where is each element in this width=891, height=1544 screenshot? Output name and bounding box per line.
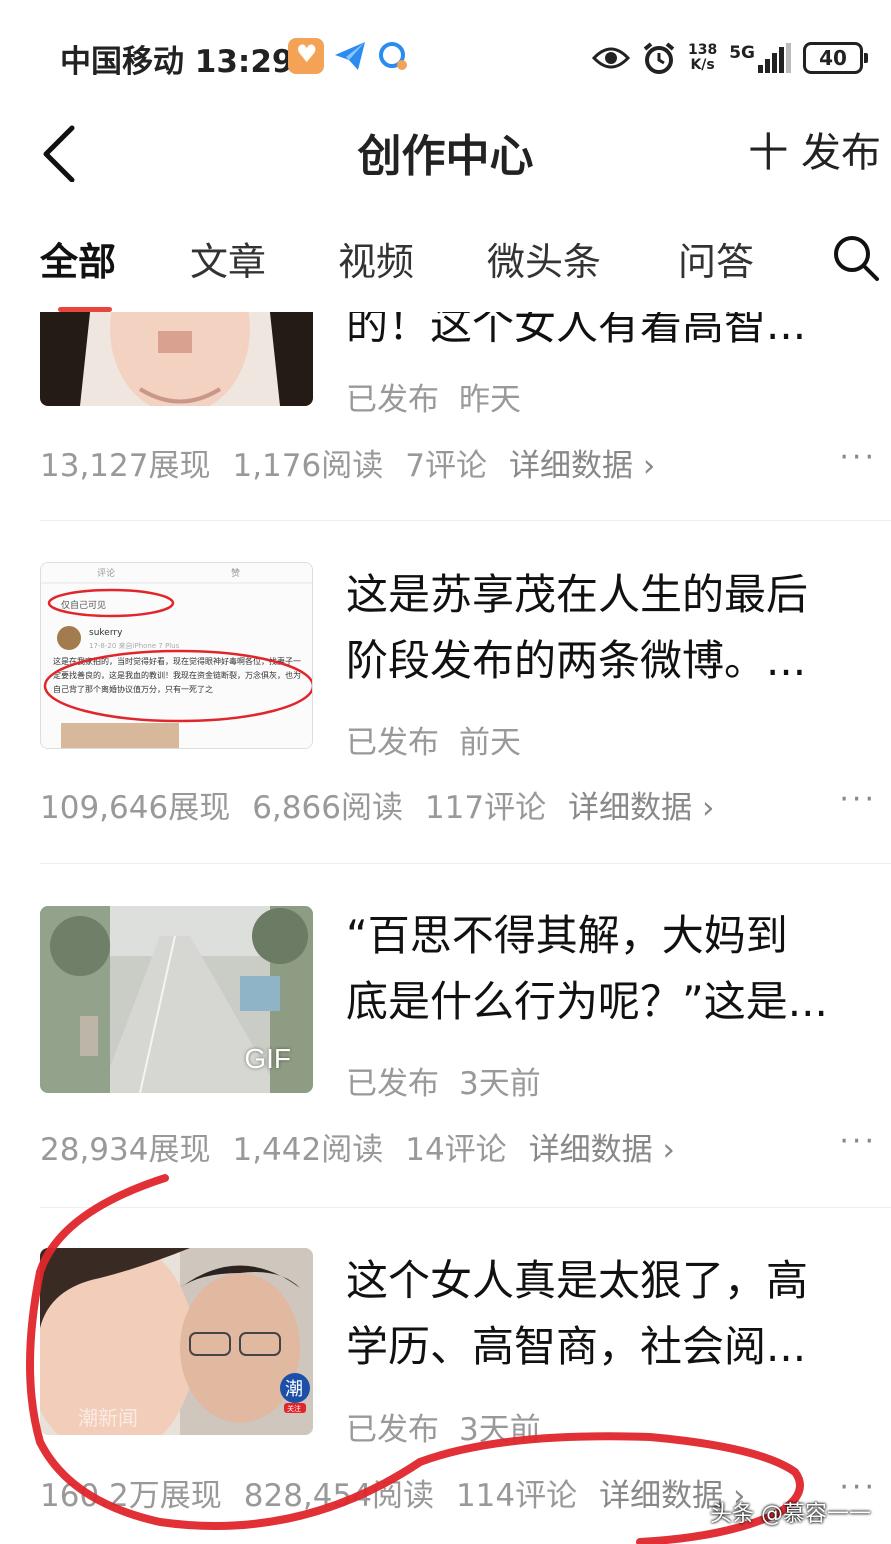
eye-icon xyxy=(591,47,630,69)
article-thumbnail: GIF xyxy=(40,906,313,1093)
article-thumbnail xyxy=(40,312,313,406)
detail-data-link[interactable]: 详细数据 › xyxy=(529,1132,675,1168)
nav-bar: 创作中心 十 发布 xyxy=(0,110,891,190)
svg-text:关注: 关注 xyxy=(287,1404,301,1413)
status-bar: 中国移动 13:29 138 K/s 5G 40 xyxy=(0,0,891,110)
article-status: 已发布 3天前 xyxy=(346,1412,541,1448)
reads: 1,442阅读 xyxy=(232,1132,384,1168)
gif-badge: GIF xyxy=(244,1043,291,1074)
comments: 7评论 xyxy=(405,448,487,484)
article-status: 已发布 3天前 xyxy=(346,1066,541,1102)
article-title: 这个女人真是太狠了，高 学历、高智商，社会阅... xyxy=(346,1256,809,1371)
chevron-left-icon xyxy=(43,125,75,183)
category-tabs: 全部 文章 视频 微头条 问答 xyxy=(0,215,891,312)
article-thumbnail: 潮新闻 潮 关注 xyxy=(40,1248,313,1435)
comments: 14评论 xyxy=(405,1132,507,1168)
article-stats: 13,127展现 1,176阅读 7评论 详细数据 › xyxy=(40,440,677,485)
search-button[interactable] xyxy=(831,233,881,283)
carrier-time: 中国移动 13:29 xyxy=(60,44,294,80)
article-stats: 28,934展现 1,442阅读 14评论 详细数据 › xyxy=(40,1124,697,1169)
watermark: 头条 @慕容一一 xyxy=(710,1502,871,1527)
network-speed: 138 K/s xyxy=(687,42,718,73)
article-title: 这是苏享茂在人生的最后 阶段发布的两条微博。... xyxy=(346,570,809,685)
article-title: “百思不得其解，大妈到 底是什么行为呢？”这是... xyxy=(346,911,828,1026)
more-options-button[interactable]: ··· xyxy=(839,1124,877,1159)
system-indicators: 138 K/s 5G 40 xyxy=(591,38,868,78)
detail-data-link[interactable]: 详细数据 › xyxy=(509,448,655,484)
tab-all[interactable]: 全部 xyxy=(40,231,116,286)
reads: 828,454阅读 xyxy=(243,1478,434,1514)
tab-videos[interactable]: 视频 xyxy=(338,231,414,286)
tab-articles[interactable]: 文章 xyxy=(190,231,266,286)
impressions: 109,646展现 xyxy=(40,790,231,826)
detail-data-link[interactable]: 详细数据 › xyxy=(568,790,714,826)
article-stats: 160.2万展现 828,454阅读 114评论 详细数据 › xyxy=(40,1470,767,1515)
heart-app-icon xyxy=(288,38,324,74)
divider xyxy=(40,520,891,521)
network-type: 5G xyxy=(729,43,791,73)
article-list: 的！这个女人有着高智... 已发布 昨天 13,127展现 1,176阅读 7评论 详细… xyxy=(0,312,891,1544)
divider xyxy=(40,1207,891,1208)
tab-qa[interactable]: 问答 xyxy=(678,231,754,286)
comments: 117评论 xyxy=(424,790,547,826)
reads: 1,176阅读 xyxy=(232,448,384,484)
comments: 114评论 xyxy=(455,1478,578,1514)
publish-button[interactable]: 十 发布 xyxy=(748,120,881,178)
battery-icon: 40 xyxy=(803,42,868,74)
article-thumbnail: 评论 赞 仅自己可见 sukerry 17-8-20 来自iPhone 7 Pl… xyxy=(40,562,313,749)
paper-plane-icon xyxy=(332,38,368,74)
reads: 6,866阅读 xyxy=(252,790,403,826)
article-status: 已发布 昨天 xyxy=(346,382,521,418)
article-stats: 109,646展现 6,866阅读 117评论 详细数据 › xyxy=(40,782,736,827)
impressions: 160.2万展现 xyxy=(40,1478,222,1514)
divider xyxy=(40,863,891,864)
svg-text:赞: 赞 xyxy=(231,567,240,579)
chat-bubble-icon xyxy=(376,38,412,74)
svg-text:评论: 评论 xyxy=(97,567,115,579)
impressions: 28,934展现 xyxy=(40,1132,211,1168)
svg-text:sukerry: sukerry xyxy=(89,628,123,638)
more-options-button[interactable]: ··· xyxy=(839,440,877,475)
article-status: 已发布 前天 xyxy=(346,725,521,761)
impressions: 13,127展现 xyxy=(40,448,211,484)
article-title: 的！这个女人有着高智... xyxy=(346,312,807,349)
svg-text:17-8-20 来自iPhone 7 Plus: 17-8-20 来自iPhone 7 Plus xyxy=(89,641,180,650)
search-icon xyxy=(834,236,879,281)
svg-text:潮新闻: 潮新闻 xyxy=(78,1406,138,1430)
signal-icon xyxy=(758,43,791,73)
alarm-icon xyxy=(643,42,675,74)
tab-micro-posts[interactable]: 微头条 xyxy=(487,231,601,286)
svg-text:仅自己可见: 仅自己可见 xyxy=(61,599,106,611)
back-button[interactable] xyxy=(36,116,84,183)
svg-text:潮: 潮 xyxy=(285,1379,303,1400)
more-options-button[interactable]: ··· xyxy=(839,782,877,817)
